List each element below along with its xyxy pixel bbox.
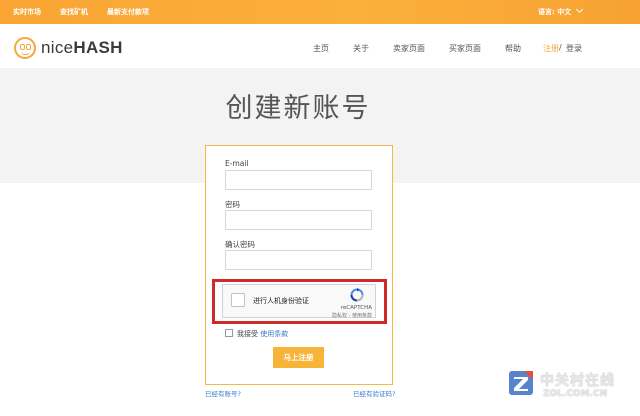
topbar-link-latest-payments[interactable]: 最新支付款项 <box>107 7 149 17</box>
zol-watermark-icon <box>509 371 533 395</box>
recaptcha-widget: 进行人机身份验证 reCAPTCHA 隐私权 - 使用条款 <box>222 284 376 319</box>
watermark-chinese: 中关村在线 <box>540 373 615 389</box>
topbar-link-find-miners[interactable]: 查找矿机 <box>60 7 88 17</box>
confirm-password-field[interactable] <box>225 250 372 270</box>
password-label: 密码 <box>225 200 240 209</box>
nav-help[interactable]: 帮助 <box>505 43 521 54</box>
nav-buyer-page[interactable]: 买家页面 <box>449 43 481 54</box>
password-field[interactable] <box>225 210 372 230</box>
recaptcha-privacy-terms[interactable]: 隐私权 - 使用条款 <box>332 312 372 319</box>
recaptcha-brand: reCAPTCHA <box>340 305 372 311</box>
recaptcha-logo-icon <box>350 288 364 302</box>
confirm-password-label: 确认密码 <box>225 240 255 249</box>
accept-terms-checkbox[interactable] <box>225 329 233 337</box>
nav-register[interactable]: 注册 <box>543 43 559 54</box>
recaptcha-checkbox[interactable] <box>231 293 245 307</box>
register-button[interactable]: 马上注册 <box>273 347 324 368</box>
watermark-english: ZOL.COM.CN <box>543 389 608 399</box>
have-code-link[interactable]: 已经有验证码? <box>353 388 395 398</box>
registration-form: E-mail 密码 确认密码 进行人机身份验证 reCAPTCHA 隐私权 - … <box>205 145 393 385</box>
have-account-link[interactable]: 已经有账号? <box>205 388 241 398</box>
top-bar: 实时市场 查找矿机 最新支付款项 语言: 中文 <box>0 0 640 24</box>
site-header: niceHASH 主页 关于 卖家页面 买家页面 帮助 注册 / 登录 <box>0 24 640 68</box>
nav-separator: / <box>559 43 562 52</box>
nav-about[interactable]: 关于 <box>353 43 369 54</box>
email-field[interactable] <box>225 170 372 190</box>
topbar-link-live-market[interactable]: 实时市场 <box>13 7 41 17</box>
language-selector[interactable]: 语言: 中文 <box>538 5 584 17</box>
chevron-down-icon <box>576 5 584 14</box>
nicehash-logo-icon[interactable] <box>14 37 36 59</box>
nav-seller-page[interactable]: 卖家页面 <box>393 43 425 54</box>
language-label: 语言: 中文 <box>538 8 572 16</box>
email-label: E-mail <box>225 159 249 168</box>
recaptcha-highlight: 进行人机身份验证 reCAPTCHA 隐私权 - 使用条款 <box>212 279 387 324</box>
nav-home[interactable]: 主页 <box>313 43 329 54</box>
nicehash-logo-text[interactable]: niceHASH <box>41 38 123 58</box>
nav-login[interactable]: 登录 <box>566 43 582 54</box>
page-title: 创建新账号 <box>225 93 371 124</box>
accept-text: 我接受 <box>237 330 258 338</box>
terms-link[interactable]: 使用条款 <box>260 330 288 338</box>
terms-agreement: 我接受 使用条款 <box>225 329 288 339</box>
recaptcha-label: 进行人机身份验证 <box>253 297 309 305</box>
